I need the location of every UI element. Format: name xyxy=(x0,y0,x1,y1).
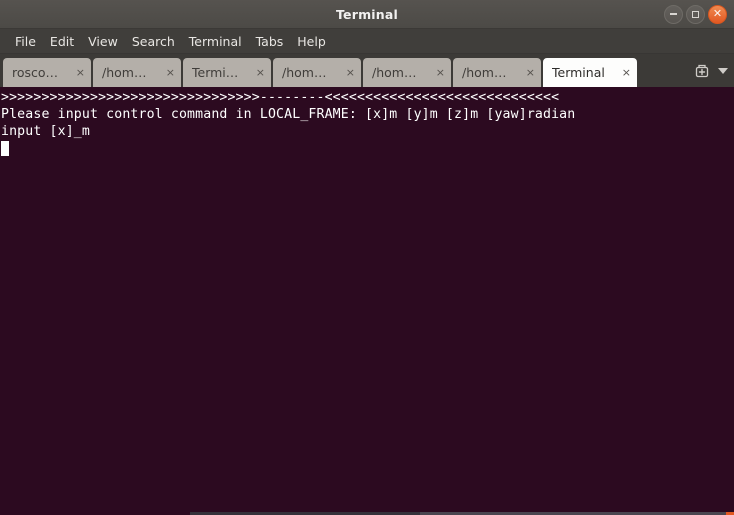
terminal-window: Terminal ✕ File Edit View Search Termina… xyxy=(0,0,734,515)
tab-bar: rosco… × /hom… × Termi… × /hom… × /hom… … xyxy=(0,54,734,87)
tab-terminal-active[interactable]: Terminal × xyxy=(543,58,637,87)
menu-item-search[interactable]: Search xyxy=(125,31,182,52)
minimize-icon xyxy=(670,13,677,15)
tab-label: /hom… xyxy=(462,65,507,80)
tab-label: Termi… xyxy=(192,65,239,80)
minimize-button[interactable] xyxy=(664,4,683,24)
terminal-line-2: Please input control command in LOCAL_FR… xyxy=(1,107,576,122)
menu-item-view[interactable]: View xyxy=(81,31,125,52)
menu-bar: File Edit View Search Terminal Tabs Help xyxy=(0,29,734,54)
tab-label: /hom… xyxy=(282,65,327,80)
tab-rosco[interactable]: rosco… × xyxy=(3,58,91,87)
menu-item-help[interactable]: Help xyxy=(290,31,333,52)
tab-termi[interactable]: Termi… × xyxy=(183,58,271,87)
maximize-icon xyxy=(692,10,699,18)
title-bar: Terminal ✕ xyxy=(0,0,734,29)
tab-home-4[interactable]: /hom… × xyxy=(453,58,541,87)
tab-label: /hom… xyxy=(372,65,417,80)
tab-home-3[interactable]: /hom… × xyxy=(363,58,451,87)
window-controls: ✕ xyxy=(664,0,727,28)
close-button[interactable]: ✕ xyxy=(708,4,727,24)
tab-close-icon[interactable]: × xyxy=(346,67,355,78)
tab-bar-actions xyxy=(690,54,734,87)
terminal-cursor-line xyxy=(1,140,734,157)
tab-home-2[interactable]: /hom… × xyxy=(273,58,361,87)
terminal-output[interactable]: >>>>>>>>>>>>>>>>>>>>>>>>>>>>>>>>--------… xyxy=(0,87,734,515)
tab-close-icon[interactable]: × xyxy=(76,67,85,78)
tab-close-icon[interactable]: × xyxy=(622,67,631,78)
new-tab-icon[interactable] xyxy=(694,63,710,79)
terminal-cursor xyxy=(1,141,9,156)
terminal-line-1: >>>>>>>>>>>>>>>>>>>>>>>>>>>>>>>>--------… xyxy=(1,90,560,105)
tab-close-icon[interactable]: × xyxy=(256,67,265,78)
tab-label: Terminal xyxy=(552,65,605,80)
menu-item-file[interactable]: File xyxy=(8,31,43,52)
tab-close-icon[interactable]: × xyxy=(436,67,445,78)
tab-close-icon[interactable]: × xyxy=(526,67,535,78)
tab-label: /hom… xyxy=(102,65,147,80)
tab-list: rosco… × /hom… × Termi… × /hom… × /hom… … xyxy=(3,58,690,87)
tab-home-1[interactable]: /hom… × xyxy=(93,58,181,87)
tab-close-icon[interactable]: × xyxy=(166,67,175,78)
maximize-button[interactable] xyxy=(686,4,705,24)
chevron-down-icon[interactable] xyxy=(718,67,728,74)
window-title: Terminal xyxy=(335,6,399,22)
menu-item-tabs[interactable]: Tabs xyxy=(249,31,291,52)
menu-item-edit[interactable]: Edit xyxy=(43,31,81,52)
terminal-line-3: input [x]_m xyxy=(1,124,90,139)
tab-label: rosco… xyxy=(12,65,59,80)
close-icon: ✕ xyxy=(712,7,723,20)
menu-item-terminal[interactable]: Terminal xyxy=(182,31,249,52)
